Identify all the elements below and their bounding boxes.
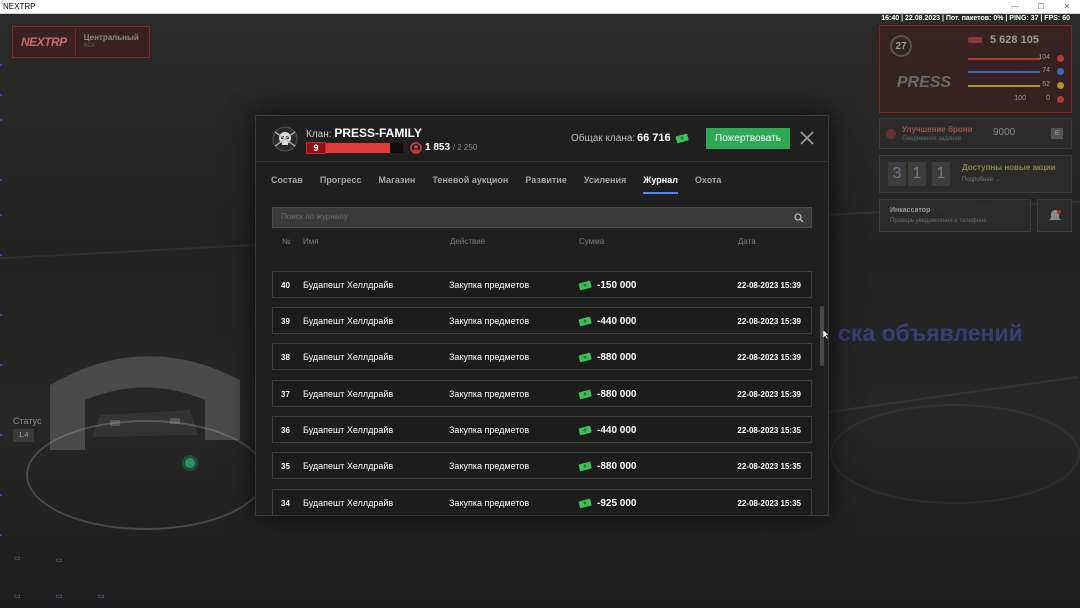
promo-title: Доступны новые акции [962,163,1056,172]
tab-development[interactable]: Развитие [525,174,566,196]
status-label: Статус [13,416,42,426]
col-action: Действие [450,237,486,246]
col-name: Имя [303,237,319,246]
promo-card[interactable]: 3 1 1 Доступны новые акции Подробнее → [879,155,1072,193]
bell-icon[interactable] [1037,199,1072,232]
player-level: 27 [890,35,912,57]
clan-header: Клан: PRESS-FAMILY 9 1 853 / 2 250 Общак… [256,116,828,162]
tab-shadow-auction[interactable]: Теневой аукцион [432,174,508,196]
player-stats-panel: 27 5 628 105 104 74 52 100 0 PRESS [879,25,1072,113]
table-row: 37 Будапешт Хеллдрайв Закупка предметов … [272,380,812,407]
clan-members-count: 1 853 / 2 250 [425,142,478,153]
slot-3-icon: ▭ [14,593,21,600]
clan-modal: Клан: PRESS-FAMILY 9 1 853 / 2 250 Общак… [255,115,829,516]
money-icon [578,461,592,472]
inventory-shortcuts: ▭ ▭ ▭ ▭ ▭ [10,530,130,600]
money-icon [578,352,592,363]
timer-digit: 3 [888,162,906,186]
daily-task-key: E [1051,128,1063,139]
money-icon [578,425,592,436]
tab-roster[interactable]: Состав [271,174,303,196]
table-row: 40 Будапешт Хеллдрайв Закупка предметов … [272,271,812,298]
tab-journal[interactable]: Журнал [643,174,678,196]
col-num: № [282,237,291,246]
close-icon[interactable] [799,130,815,146]
clan-crest-icon: PRESS [896,74,952,91]
daily-task-sub: Ежедневное задание [902,136,962,142]
stat-thirst: 100 0 [968,95,1068,105]
money-icon [675,133,689,144]
tab-hunt[interactable]: Охота [695,174,721,196]
slot-5-icon: ▭ [98,593,105,600]
money-icon [578,389,592,400]
maximize-button[interactable]: ☐ [1028,0,1054,14]
money-icon [578,280,592,291]
money-icon [968,37,982,43]
daily-task-card[interactable]: Улучшение брони Ежедневное задание 9000 … [879,118,1072,149]
clan-xp-fill [326,143,390,153]
tab-shop[interactable]: Магазин [378,174,415,196]
tab-boosts[interactable]: Усиления [584,174,626,196]
location-name: Центральный [83,33,139,42]
treasury-value: 66 716 [637,132,671,144]
search-input[interactable]: Поиск по журналу [281,212,348,221]
journal-list[interactable]: 40 Будапешт Хеллдрайв Закупка предметов … [272,251,812,515]
window-title: NEXTRP [3,2,36,11]
timer-digit: 1 [932,162,950,186]
daily-task-reward: 9000 [993,127,1016,138]
journal-table-header: № Имя Действие Сумма Дата [272,237,812,249]
money-icon [578,498,592,509]
stat-armor: 74 [968,67,1068,77]
donate-button[interactable]: Пожертвовать [706,128,790,149]
slot-1-icon: ▭ [14,555,21,562]
window-titlebar: NEXTRP — ☐ ✕ [0,0,1080,14]
close-window-button[interactable]: ✕ [1054,0,1080,14]
table-row: 38 Будапешт Хеллдрайв Закупка предметов … [272,343,812,370]
zone-ring [26,420,266,530]
col-date: Дата [738,237,756,246]
table-row: 39 Будапешт Хеллдрайв Закупка предметов … [272,307,812,334]
status-value: 1.4 [13,429,34,442]
table-row: 35 Будапешт Хеллдрайв Закупка предметов … [272,452,812,479]
treasury-label: Общак клана: [571,133,636,144]
notification-card[interactable]: Инкассатор Проверь уведомления в телефон… [879,199,1031,232]
tab-progress[interactable]: Прогресс [320,174,362,196]
clan-level-badge: 9 [306,142,326,154]
mouse-cursor-icon [823,330,829,339]
table-row: 34 Будапешт Хеллдрайв Закупка предметов … [272,489,812,515]
edge-markers [0,14,3,608]
map-marker-icon [182,455,198,471]
location-sub: ВСК [83,43,96,49]
daily-task-title: Улучшение брони [902,125,973,134]
slot-4-icon: ▭ [56,593,63,600]
table-row: 36 Будапешт Хеллдрайв Закупка предметов … [272,416,812,443]
clan-name: PRESS-FAMILY [334,126,422,140]
promo-link: Подробнее → [962,177,1001,183]
billboard-text: ска объявлений [838,320,1023,346]
player-money: 5 628 105 [990,34,1039,46]
stat-hunger: 52 [968,81,1068,91]
hud-status-line: 16:40 | 22.08.2023 | Пот. пакетов: 0% | … [881,15,1070,22]
clan-xp-bar [326,143,403,153]
notification-sub: Проверь уведомления в телефоне [890,218,987,224]
notification-title: Инкассатор [890,207,931,214]
clan-tabs: Состав Прогресс Магазин Теневой аукцион … [271,174,738,196]
members-icon [410,142,422,154]
clan-emblem-icon [272,126,298,152]
clan-label: Клан: [306,129,332,140]
clan-title: Клан: PRESS-FAMILY [306,126,422,140]
logo-text: NEXTRP [21,35,67,49]
armor-icon [886,129,896,139]
minimize-button[interactable]: — [1002,0,1028,14]
floor-marking [830,404,1080,504]
col-amount: Сумма [579,237,605,246]
slot-2-icon: ▭ [56,557,63,564]
timer-digit: 1 [908,162,926,186]
server-logo: NEXTRP Центральный ВСК [12,26,150,58]
stat-health: 104 [968,54,1068,64]
journal-search[interactable]: Поиск по журналу [272,207,812,228]
money-icon [578,316,592,327]
search-icon[interactable] [794,213,804,223]
